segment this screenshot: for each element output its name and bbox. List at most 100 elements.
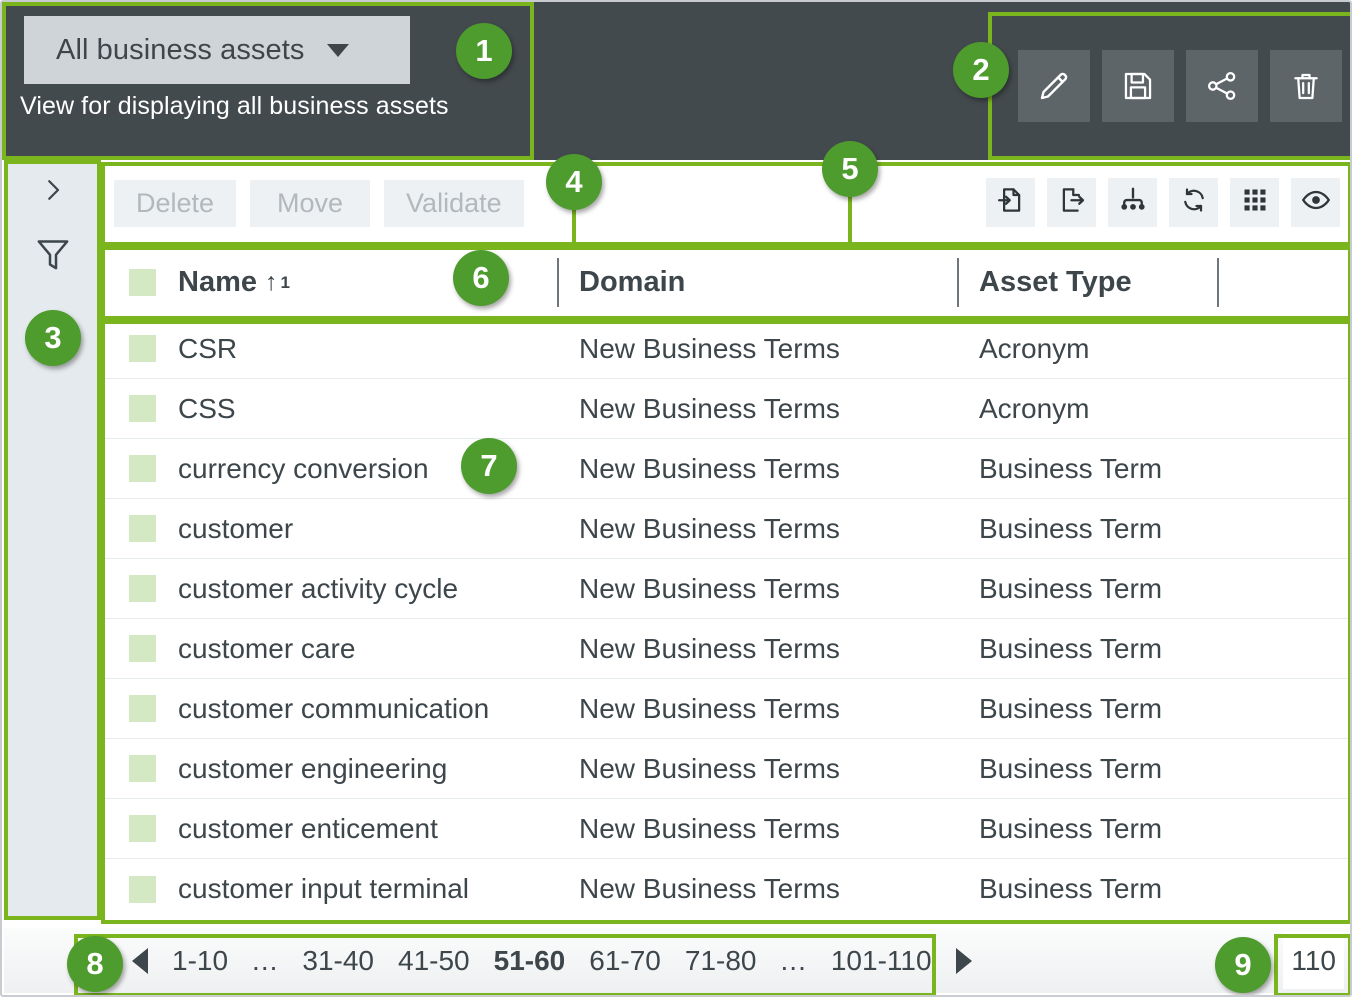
table-row[interactable]: customer activity cycleNew Business Term… bbox=[101, 559, 1352, 619]
cell-domain: New Business Terms bbox=[557, 799, 957, 859]
row-checkbox[interactable] bbox=[129, 335, 156, 362]
table-row[interactable]: customer communicationNew Business Terms… bbox=[101, 679, 1352, 739]
cell-domain: New Business Terms bbox=[557, 379, 957, 439]
column-divider bbox=[557, 258, 559, 307]
pagination-page[interactable]: 31-40 bbox=[302, 945, 374, 977]
view-header-bar: All business assets View for displaying … bbox=[2, 2, 1352, 160]
expand-panel-button[interactable] bbox=[4, 160, 101, 224]
validate-button[interactable]: Validate bbox=[384, 180, 524, 227]
pencil-icon bbox=[1036, 68, 1072, 104]
move-button[interactable]: Move bbox=[250, 180, 370, 227]
row-checkbox[interactable] bbox=[129, 395, 156, 422]
cell-domain: New Business Terms bbox=[557, 559, 957, 619]
table-row[interactable]: currency conversionNew Business TermsBus… bbox=[101, 439, 1352, 499]
chevron-right-icon bbox=[38, 175, 68, 210]
view-selector-dropdown[interactable]: All business assets bbox=[24, 16, 410, 84]
save-view-button[interactable] bbox=[1102, 50, 1174, 122]
cell-asset-type: Business Term bbox=[957, 739, 1217, 799]
row-checkbox[interactable] bbox=[129, 635, 156, 662]
column-header-asset-type-label: Asset Type bbox=[979, 266, 1132, 299]
table-row[interactable]: customer input terminalNew Business Term… bbox=[101, 859, 1352, 919]
pagination-page[interactable]: 71-80 bbox=[685, 945, 757, 977]
pagination-page[interactable]: 61-70 bbox=[589, 945, 661, 977]
table-row[interactable]: customerNew Business TermsBusiness Term bbox=[101, 499, 1352, 559]
show-hide-button[interactable] bbox=[1291, 178, 1340, 227]
table-header-row: Name ↑ 1 Domain Asset Type bbox=[101, 246, 1352, 319]
row-checkbox[interactable] bbox=[129, 755, 156, 782]
chevron-down-icon bbox=[327, 44, 349, 57]
cell-domain: New Business Terms bbox=[557, 439, 957, 499]
table-tool-icons bbox=[986, 178, 1340, 227]
cell-asset-type: Business Term bbox=[957, 619, 1217, 679]
export-icon bbox=[1057, 185, 1087, 220]
hierarchy-button[interactable] bbox=[1108, 178, 1157, 227]
cell-asset-type: Business Term bbox=[957, 559, 1217, 619]
pagination-prev-button[interactable] bbox=[132, 948, 148, 974]
pagination-page[interactable]: 51-60 bbox=[494, 945, 566, 977]
asset-name-label: customer engineering bbox=[178, 753, 447, 785]
total-count-badge: 110 bbox=[1283, 932, 1344, 989]
cell-name: customer engineering bbox=[101, 739, 557, 799]
row-checkbox[interactable] bbox=[129, 515, 156, 542]
cell-name: customer care bbox=[101, 619, 557, 679]
table-row[interactable]: customer careNew Business TermsBusiness … bbox=[101, 619, 1352, 679]
table-row[interactable]: CSRNew Business TermsAcronym bbox=[101, 319, 1352, 379]
cell-name: customer activity cycle bbox=[101, 559, 557, 619]
column-header-asset-type[interactable]: Asset Type bbox=[957, 246, 1217, 319]
floppy-disk-icon bbox=[1121, 69, 1155, 103]
table-row[interactable]: customer engineering New Business TermsBu… bbox=[101, 739, 1352, 799]
cell-domain: New Business Terms bbox=[557, 739, 957, 799]
delete-button[interactable]: Delete bbox=[114, 180, 236, 227]
pagination-ellipsis: ... bbox=[252, 945, 278, 977]
pagination-next-button[interactable] bbox=[956, 948, 972, 974]
cell-name: currency conversion bbox=[101, 439, 557, 499]
pagination-bar: 1-10...31-4041-5051-6061-7071-80...101-1… bbox=[4, 928, 1352, 993]
asset-name-label: currency conversion bbox=[178, 453, 429, 485]
table-toolbar: Delete Move Validate bbox=[101, 160, 1352, 246]
row-checkbox[interactable] bbox=[129, 815, 156, 842]
row-checkbox[interactable] bbox=[129, 876, 156, 903]
pagination-page[interactable]: 41-50 bbox=[398, 945, 470, 977]
left-rail bbox=[4, 160, 101, 920]
cell-asset-type: Acronym bbox=[957, 379, 1217, 439]
filter-button[interactable] bbox=[4, 224, 101, 288]
select-all-checkbox[interactable] bbox=[129, 269, 156, 296]
sort-ascending-icon: ↑ bbox=[265, 268, 278, 297]
delete-view-button[interactable] bbox=[1270, 50, 1342, 122]
edit-view-button[interactable] bbox=[1018, 50, 1090, 122]
share-icon bbox=[1205, 69, 1239, 103]
trash-icon bbox=[1289, 69, 1323, 103]
row-checkbox[interactable] bbox=[129, 695, 156, 722]
asset-name-label: CSR bbox=[178, 333, 237, 365]
row-checkbox[interactable] bbox=[129, 575, 156, 602]
view-description: View for displaying all business assets bbox=[20, 92, 449, 121]
column-header-domain[interactable]: Domain bbox=[557, 246, 957, 319]
grid-view-button[interactable] bbox=[1230, 178, 1279, 227]
content-pane: Delete Move Validate bbox=[101, 160, 1352, 919]
sort-index: 1 bbox=[281, 273, 290, 293]
export-button[interactable] bbox=[1047, 178, 1096, 227]
application-window: All business assets View for displaying … bbox=[0, 0, 1352, 997]
table-row[interactable]: CSSNew Business TermsAcronym bbox=[101, 379, 1352, 439]
column-header-name-label: Name bbox=[178, 266, 257, 299]
import-button[interactable] bbox=[986, 178, 1035, 227]
asset-name-label: customer enticement bbox=[178, 813, 438, 845]
column-header-name[interactable]: Name ↑ 1 bbox=[101, 246, 557, 319]
table-row[interactable]: customer enticementNew Business TermsBus… bbox=[101, 799, 1352, 859]
pagination-page[interactable]: 1-10 bbox=[172, 945, 228, 977]
cell-name: customer enticement bbox=[101, 799, 557, 859]
share-view-button[interactable] bbox=[1186, 50, 1258, 122]
column-header-empty bbox=[1217, 246, 1352, 319]
cell-domain: New Business Terms bbox=[557, 679, 957, 739]
cell-domain: New Business Terms bbox=[557, 499, 957, 559]
refresh-button[interactable] bbox=[1169, 178, 1218, 227]
cell-name: CSR bbox=[101, 319, 557, 379]
cell-name: customer input terminal bbox=[101, 859, 557, 919]
row-checkbox[interactable] bbox=[129, 455, 156, 482]
asset-name-label: customer care bbox=[178, 633, 355, 665]
eye-icon bbox=[1301, 185, 1331, 220]
pagination-page[interactable]: 101-110 bbox=[831, 945, 932, 977]
cell-asset-type: Business Term bbox=[957, 859, 1217, 919]
filter-icon bbox=[33, 234, 73, 279]
cell-asset-type: Business Term bbox=[957, 679, 1217, 739]
